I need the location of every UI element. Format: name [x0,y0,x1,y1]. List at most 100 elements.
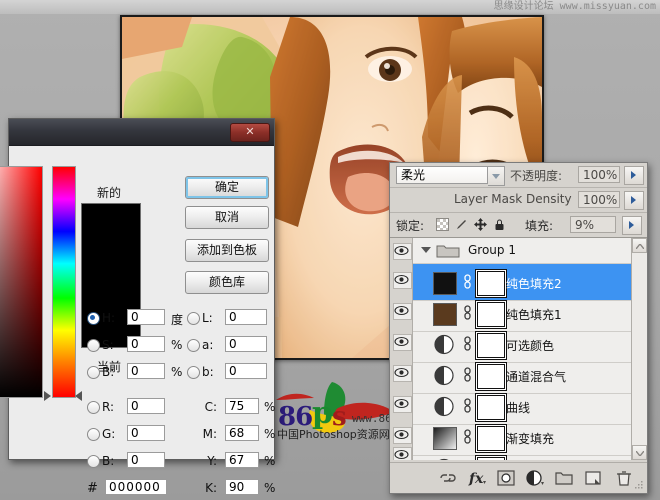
lock-all-padlock-icon[interactable] [493,218,506,231]
input-y[interactable]: 67 [225,452,259,468]
saturation-brightness-field[interactable] [0,166,43,398]
hue-slider-handle-left[interactable] [44,391,51,401]
input-m[interactable]: 68 [225,425,259,441]
input-h[interactable]: 0 [127,309,165,325]
delete-layer-icon[interactable] [614,469,634,487]
hex-label: # [87,481,98,496]
lock-position-move-icon[interactable] [474,218,487,231]
layers-scrollbar[interactable] [631,238,647,460]
label-y: Y: [207,454,217,468]
close-icon[interactable]: ✕ [230,123,270,142]
eye-icon-layer-0[interactable] [393,272,412,289]
new-color-swatch [81,203,141,277]
radio-r[interactable] [87,401,100,414]
link-layers-icon[interactable] [438,469,458,487]
new-adjustment-layer-icon[interactable] [525,469,545,487]
adjustment-layer-thumbnail-2[interactable] [433,334,455,355]
layer-thumbnail-1[interactable] [433,303,457,326]
color-picker-dialog[interactable]: ✕ 新的 当前 确定 取消 添加到色板 颜色库 H: 0 度 S: 0 % B: [0,118,277,496]
layer-mask-thumbnail-1[interactable] [477,302,505,327]
layer-mask-thumbnail-2[interactable] [477,333,505,358]
input-g[interactable]: 0 [127,425,165,441]
cancel-button[interactable]: 取消 [185,206,269,229]
input-b-blue[interactable]: 0 [127,452,165,468]
layer-mask-thumbnail-6[interactable] [477,457,505,460]
fill-value[interactable]: 9% [570,216,616,233]
field-row-b-blue: B: 0 [87,452,187,471]
radio-b-blue[interactable] [87,455,100,468]
layer-style-fx-icon[interactable]: fx [467,469,487,487]
layers-panel[interactable]: 柔光 不透明度: 100% Layer Mask Density 100% 锁定… [389,162,648,494]
radio-b-brightness[interactable] [87,366,100,379]
layer-mask-thumbnail-4[interactable] [477,395,505,420]
input-c[interactable]: 75 [225,398,259,414]
layers-list[interactable]: Group 1 纯色填充2 纯色填充1 可选颜色 通道混合气 曲线 渐变填充 [390,238,647,460]
radio-h[interactable] [87,312,100,325]
field-row-g: G: 0 [87,425,187,444]
layer-row-6[interactable]: 照片滤镜 [413,450,647,460]
lock-image-pixels-brush-icon[interactable] [455,218,468,231]
chevron-down-icon[interactable] [421,247,431,253]
ok-button[interactable]: 确定 [185,176,269,199]
scroll-down-icon[interactable] [632,445,647,460]
eye-icon-layer-6[interactable] [393,447,412,460]
label-k: K: [205,481,217,495]
mask-density-slider-arrow-icon[interactable] [624,191,644,210]
lock-transparent-pixels-icon[interactable] [436,218,449,231]
hue-slider[interactable] [52,166,76,398]
new-group-icon[interactable] [554,469,574,487]
input-b-brightness[interactable]: 0 [127,363,165,379]
link-icon-0[interactable] [463,274,472,290]
radio-l[interactable] [187,312,200,325]
input-k[interactable]: 90 [225,479,259,495]
layer-mask-thumbnail-0[interactable] [477,271,505,296]
eye-icon-group[interactable] [393,243,412,260]
color-picker-titlebar[interactable]: ✕ [9,119,274,146]
link-icon-1[interactable] [463,305,472,321]
unit-s: % [171,338,183,352]
mask-density-value[interactable]: 100% [578,191,620,208]
add-layer-mask-icon[interactable] [496,469,516,487]
link-icon-3[interactable] [463,367,472,383]
radio-b-lab[interactable] [187,366,200,379]
scroll-up-icon[interactable] [632,238,647,253]
link-icon-2[interactable] [463,336,472,352]
blend-mode-select[interactable]: 柔光 [396,166,488,184]
adjustment-layer-thumbnail-4[interactable] [433,396,455,417]
input-a[interactable]: 0 [225,336,267,352]
eye-icon-layer-4[interactable] [393,396,412,413]
radio-s[interactable] [87,339,100,352]
input-hex[interactable]: 000000 [105,479,167,495]
layer-mask-thumbnail-3[interactable] [477,364,505,389]
chevron-down-icon[interactable] [488,166,505,186]
eye-icon-layer-5[interactable] [393,427,412,444]
layer-thumbnail-5[interactable] [433,427,457,450]
eye-icon-layer-1[interactable] [393,303,412,320]
hue-slider-handle-right[interactable] [75,391,82,401]
adjustment-layer-thumbnail-6[interactable] [433,458,455,460]
input-r[interactable]: 0 [127,398,165,414]
adjustment-layer-thumbnail-3[interactable] [433,365,455,386]
field-row-b-lab: b: 0 [187,363,277,382]
layer-mask-thumbnail-5[interactable] [477,426,505,451]
radio-a[interactable] [187,339,200,352]
add-to-swatches-button[interactable]: 添加到色板 [185,239,269,262]
eye-icon-layer-3[interactable] [393,365,412,382]
eye-icon-layer-2[interactable] [393,334,412,351]
color-libraries-button[interactable]: 颜色库 [185,271,269,294]
layer-group-row[interactable]: Group 1 [413,238,647,264]
link-icon-4[interactable] [463,398,472,414]
radio-g[interactable] [87,428,100,441]
layer-thumbnail-0[interactable] [433,272,457,295]
input-b-lab[interactable]: 0 [225,363,267,379]
label-c: C: [204,400,217,414]
opacity-slider-arrow-icon[interactable] [624,166,644,185]
input-s[interactable]: 0 [127,336,165,352]
new-layer-icon[interactable] [583,469,603,487]
resize-grip-icon[interactable] [635,481,644,490]
link-icon-5[interactable] [463,429,472,445]
opacity-value[interactable]: 100% [578,166,620,183]
input-l[interactable]: 0 [225,309,267,325]
svg-text:fx: fx [468,471,484,487]
fill-slider-arrow-icon[interactable] [622,216,642,235]
